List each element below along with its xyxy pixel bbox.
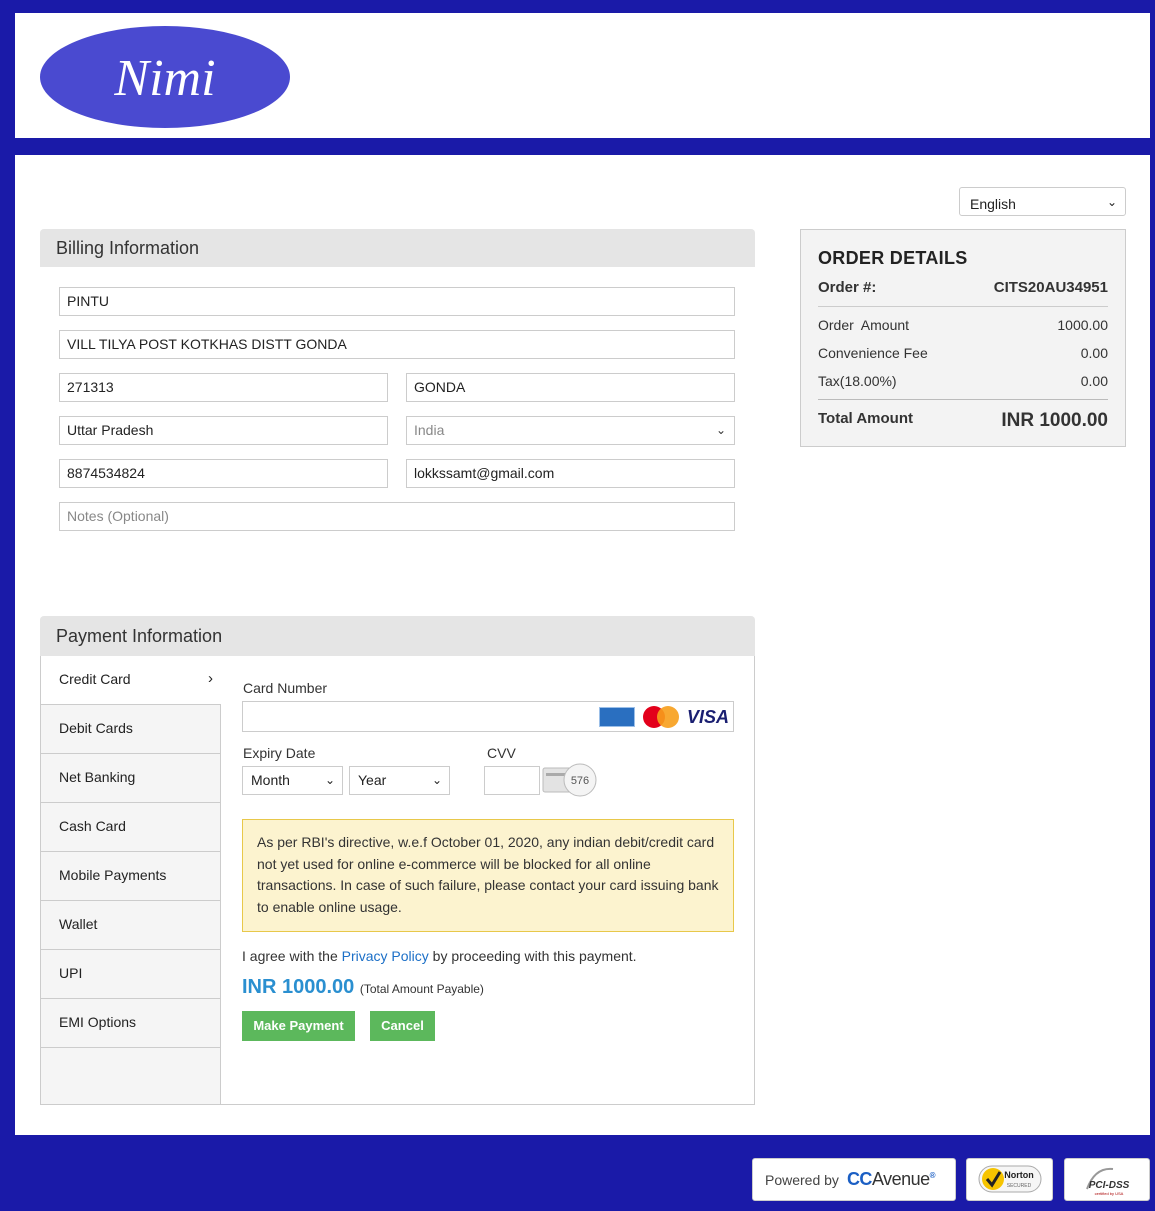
norton-icon: Norton SECURED	[978, 1165, 1042, 1193]
payment-panel: Credit Card › Debit Cards Net Banking Ca…	[40, 656, 755, 1105]
month-value: Month	[251, 772, 290, 788]
convenience-fee-row: Convenience Fee 0.00	[818, 343, 1108, 363]
chevron-down-icon: ⌄	[431, 773, 442, 787]
mastercard-icon	[642, 706, 679, 728]
billing-heading: Billing Information	[40, 229, 755, 267]
convenience-fee-value: 0.00	[1080, 345, 1108, 361]
visa-icon: VISA	[686, 706, 729, 727]
ccavenue-logo: CCAvenue®	[846, 1169, 936, 1189]
svg-text:Norton: Norton	[1004, 1170, 1034, 1180]
cvv-input[interactable]	[484, 766, 540, 795]
tab-label: Wallet	[59, 916, 98, 932]
logo-text: Nimi	[113, 50, 215, 107]
tab-label: Net Banking	[59, 769, 136, 785]
tab-label: Mobile Payments	[59, 867, 167, 883]
expiry-month-select[interactable]: Month ⌄	[242, 766, 343, 795]
svg-text:PCI-DSS: PCI-DSS	[1089, 1180, 1130, 1191]
email-field[interactable]: lokkssamt@gmail.com	[406, 459, 735, 488]
agree-text: I agree with the Privacy Policy by proce…	[242, 948, 637, 964]
payment-tabs: Credit Card › Debit Cards Net Banking Ca…	[41, 656, 221, 1104]
total-value: INR 1000.00	[1001, 410, 1108, 431]
chevron-down-icon: ⌄	[1106, 195, 1117, 209]
rbi-notice: As per RBI's directive, w.e.f October 01…	[242, 819, 734, 932]
tax-row: Tax(18.00%) 0.00	[818, 371, 1108, 391]
state-field[interactable]: Uttar Pradesh	[59, 416, 388, 445]
total-row: Total Amount INR 1000.00	[818, 399, 1108, 432]
phone-field[interactable]: 8874534824	[59, 459, 388, 488]
order-number-row: Order #: CITS20AU34951	[818, 279, 1108, 307]
city-field[interactable]: GONDA	[406, 373, 735, 402]
tab-label: UPI	[59, 965, 83, 981]
chevron-down-icon: ⌄	[715, 423, 726, 437]
privacy-policy-link[interactable]: Privacy Policy	[342, 948, 429, 964]
header: Nimi	[15, 13, 1150, 138]
svg-text:576: 576	[571, 775, 589, 787]
pci-dss-icon: PCI-DSS certified by USA	[1086, 1167, 1130, 1196]
amount-note: (Total Amount Payable)	[359, 982, 484, 996]
order-details: ORDER DETAILS Order #: CITS20AU34951 Ord…	[800, 229, 1126, 447]
powered-by-ccavenue-badge: Powered by CCAvenue®	[752, 1158, 956, 1201]
chevron-right-icon: ›	[208, 670, 213, 687]
main-content: English ⌄ Billing Information PINTU VILL…	[15, 155, 1150, 1135]
order-amount-row: Order Amount 1000.00	[818, 315, 1108, 335]
tax-value: 0.00	[1080, 373, 1108, 389]
tab-net-banking[interactable]: Net Banking	[41, 754, 220, 803]
svg-text:certified by USA: certified by USA	[1095, 1191, 1124, 1196]
order-number-label: Order #:	[818, 279, 877, 296]
zip-field[interactable]: 271313	[59, 373, 388, 402]
tab-cash-card[interactable]: Cash Card	[41, 803, 220, 852]
language-select[interactable]: English ⌄	[959, 187, 1126, 216]
make-payment-button[interactable]: Make Payment	[242, 1011, 355, 1041]
order-title: ORDER DETAILS	[818, 248, 968, 268]
year-value: Year	[358, 772, 387, 788]
tab-mobile-payments[interactable]: Mobile Payments	[41, 852, 220, 901]
amount-value: INR 1000.00	[242, 976, 355, 998]
payment-heading: Payment Information	[40, 616, 755, 657]
language-selected: English	[970, 196, 1016, 212]
country-value: India	[414, 422, 445, 438]
card-number-input[interactable]: VISA	[242, 701, 734, 732]
card-number-label: Card Number	[243, 680, 328, 696]
convenience-fee-label: Convenience Fee	[818, 345, 928, 361]
norton-badge: Norton SECURED	[966, 1158, 1053, 1201]
order-number: CITS20AU34951	[993, 279, 1108, 296]
amex-icon	[598, 707, 635, 727]
tab-label: Credit Card	[59, 671, 131, 687]
tax-label: Tax(18.00%)	[818, 373, 897, 389]
tab-upi[interactable]: UPI	[41, 950, 220, 999]
tab-credit-card[interactable]: Credit Card ›	[41, 656, 221, 705]
order-amount-label: Order Amount	[818, 317, 910, 333]
nimi-logo: Nimi	[40, 26, 290, 128]
tab-emi-options[interactable]: EMI Options	[41, 999, 220, 1048]
tab-label: EMI Options	[59, 1014, 137, 1030]
total-label: Total Amount	[818, 410, 913, 427]
expiry-year-select[interactable]: Year ⌄	[349, 766, 450, 795]
address-field[interactable]: VILL TILYA POST KOTKHAS DISTT GONDA	[59, 330, 735, 359]
tab-wallet[interactable]: Wallet	[41, 901, 220, 950]
powered-by-label: Powered by	[765, 1171, 839, 1188]
card-brands: VISA	[598, 706, 729, 728]
svg-text:SECURED: SECURED	[1007, 1183, 1032, 1189]
name-field[interactable]: PINTU	[59, 287, 735, 316]
cvv-label: CVV	[487, 745, 516, 761]
tab-label: Debit Cards	[59, 720, 133, 736]
country-select[interactable]: India ⌄	[406, 416, 735, 445]
cancel-button[interactable]: Cancel	[370, 1011, 435, 1041]
expiry-label: Expiry Date	[243, 745, 316, 761]
order-amount-value: 1000.00	[1057, 317, 1108, 333]
pci-dss-badge: PCI-DSS certified by USA	[1064, 1158, 1150, 1201]
notes-field[interactable]: Notes (Optional)	[59, 502, 735, 531]
payable-amount: INR 1000.00 (Total Amount Payable)	[242, 976, 484, 999]
tab-debit-cards[interactable]: Debit Cards	[41, 705, 220, 754]
chevron-down-icon: ⌄	[324, 773, 335, 787]
cvv-hint-icon: 576	[542, 763, 597, 797]
tab-label: Cash Card	[59, 818, 126, 834]
